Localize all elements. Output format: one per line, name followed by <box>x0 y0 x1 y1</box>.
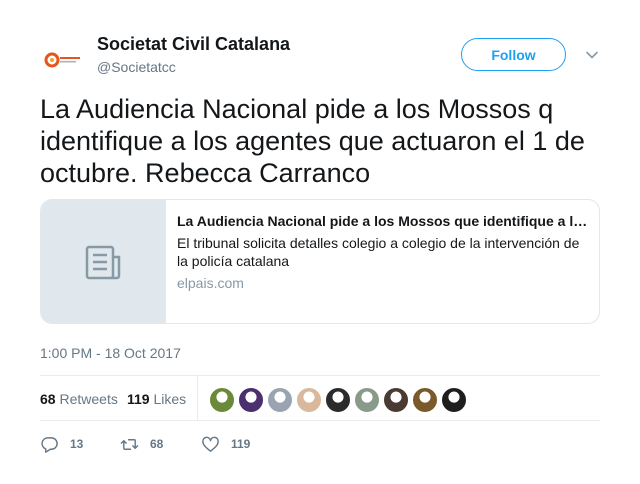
card-thumbnail <box>41 200 166 323</box>
like-count: 119 <box>231 437 251 451</box>
tweet-stats: 68 Retweets 119 Likes <box>40 375 600 421</box>
liker-avatar[interactable] <box>209 387 235 413</box>
reply-icon <box>41 436 58 453</box>
retweets-count: 68 <box>40 391 56 407</box>
likes-label: Likes <box>153 391 187 407</box>
liker-avatar[interactable] <box>238 387 264 413</box>
retweet-action[interactable]: 68 <box>120 434 163 454</box>
liker-avatar[interactable] <box>412 387 438 413</box>
retweets-stat[interactable]: 68 Retweets <box>40 391 118 407</box>
stats-divider <box>197 376 198 421</box>
liker-avatar[interactable] <box>267 387 293 413</box>
document-icon <box>85 245 121 279</box>
card-title[interactable]: La Audiencia Nacional pide a los Mossos … <box>177 212 589 230</box>
liker-avatar[interactable] <box>296 387 322 413</box>
like-action[interactable]: 119 <box>201 434 250 454</box>
heart-icon <box>202 436 219 452</box>
liker-avatar[interactable] <box>383 387 409 413</box>
tweet-actions: 13 68 119 <box>40 434 600 454</box>
liker-avatar[interactable] <box>441 387 467 413</box>
retweet-count: 68 <box>150 437 164 451</box>
retweet-icon <box>120 438 139 450</box>
card-domain: elpais.com <box>177 275 244 291</box>
liker-avatar[interactable] <box>354 387 380 413</box>
liker-avatar[interactable] <box>325 387 351 413</box>
link-card[interactable]: La Audiencia Nacional pide a los Mossos … <box>40 199 600 324</box>
tweet-header: Societat Civil Catalana @Societatcc Foll… <box>40 32 600 83</box>
reply-count: 13 <box>70 437 84 451</box>
reply-action[interactable]: 13 <box>40 434 83 454</box>
card-description: El tribunal solicita detalles colegio a … <box>177 235 580 269</box>
likes-count: 119 <box>127 391 150 407</box>
tweet-timestamp[interactable]: 1:00 PM - 18 Oct 2017 <box>40 345 181 361</box>
societat-civil-logo <box>40 37 86 83</box>
follow-button[interactable]: Follow <box>461 38 566 71</box>
avatar[interactable] <box>40 37 86 83</box>
tweet-text: La Audiencia Nacional pide a los Mossos … <box>40 94 585 188</box>
card-body: La Audiencia Nacional pide a los Mossos … <box>177 212 589 292</box>
likes-stat[interactable]: 119 Likes <box>127 391 186 407</box>
retweets-label: Retweets <box>59 391 118 407</box>
chevron-down-icon[interactable] <box>585 48 599 62</box>
account-name[interactable]: Societat Civil Catalana <box>97 34 290 55</box>
account-handle[interactable]: @Societatcc <box>97 59 176 75</box>
